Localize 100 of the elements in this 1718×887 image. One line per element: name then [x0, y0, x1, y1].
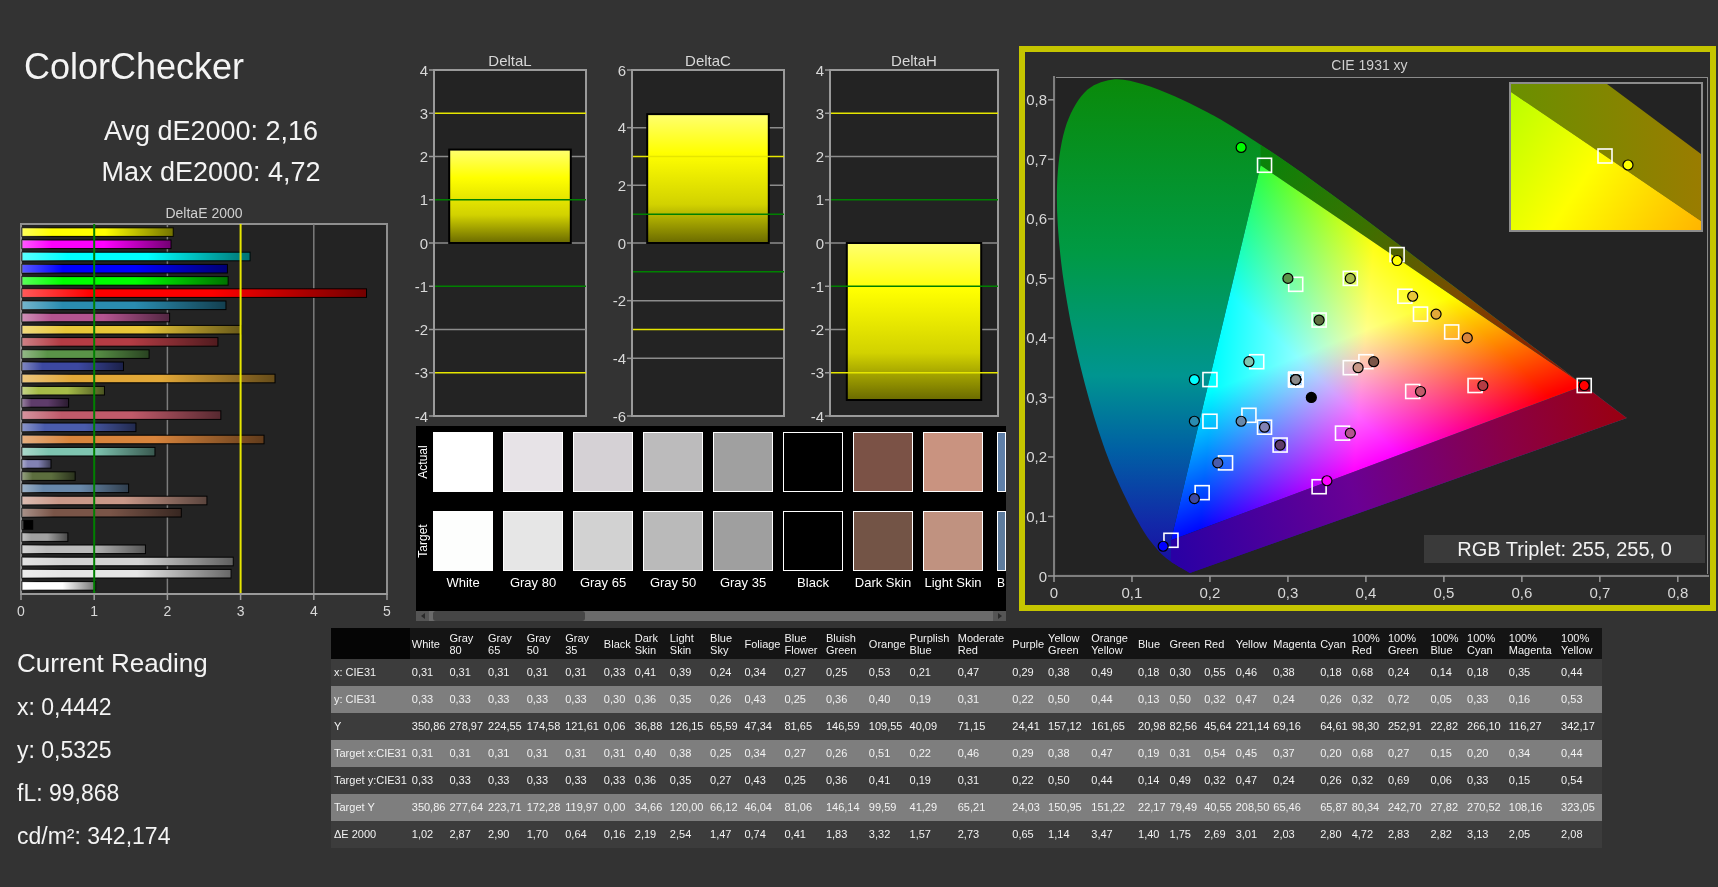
column-header: Dark Skin — [632, 628, 668, 659]
column-header: Blue Sky — [708, 628, 743, 659]
table-cell: 0,47 — [1233, 767, 1272, 794]
table-cell: 0,44 — [1559, 659, 1602, 686]
table-cell: 0,50 — [1046, 767, 1090, 794]
table-cell: 46,04 — [742, 794, 783, 821]
table-cell: 150,95 — [1046, 794, 1090, 821]
column-header: 100% Red — [1349, 628, 1386, 659]
axis-tick-label: 0,3 — [1026, 388, 1047, 406]
table-cell: 0,32 — [1349, 686, 1386, 713]
row-header: Target x:CIE31 — [331, 740, 410, 767]
axis-tick-label: 2 — [419, 148, 428, 165]
table-cell: 0,27 — [1385, 740, 1429, 767]
table-cell: 126,15 — [667, 713, 709, 740]
column-header: Cyan — [1318, 628, 1350, 659]
column-header: 100% Cyan — [1465, 628, 1507, 659]
page-title: ColorChecker — [24, 47, 245, 87]
table-cell: 0,41 — [782, 821, 824, 848]
column-header: Yellow Green — [1046, 628, 1090, 659]
swatch-label: Black — [797, 575, 829, 591]
column-header: Light Skin — [667, 628, 709, 659]
table-cell: 0,37 — [1271, 740, 1319, 767]
table-cell: 0,20 — [1465, 740, 1507, 767]
chart-title: DeltaE 2000 — [165, 205, 243, 221]
table-cell: 0,49 — [1167, 767, 1203, 794]
table-cell: 0,33 — [409, 767, 448, 794]
table-cell: 0,33 — [601, 767, 633, 794]
column-header: Gray 65 — [486, 628, 525, 659]
table-cell: 0,32 — [1202, 686, 1234, 713]
rgb-triplet-label: RGB Triplet: 255, 255, 0 — [1424, 535, 1705, 563]
section-title: Current Reading — [17, 647, 208, 679]
table-cell: 0,31 — [409, 659, 448, 686]
table-cell: 0,45 — [1233, 740, 1272, 767]
table-cell: 0,25 — [708, 740, 743, 767]
table-cell: 3,13 — [1465, 821, 1507, 848]
table-cell: 0,26 — [1318, 686, 1350, 713]
table-cell: 0,21 — [907, 659, 956, 686]
table-cell: 0,40 — [866, 686, 908, 713]
table-cell: 1,40 — [1136, 821, 1168, 848]
table-cell: 277,64 — [447, 794, 487, 821]
axis-tick-label: -6 — [612, 407, 626, 425]
table-cell: 0,74 — [742, 821, 783, 848]
table-cell: 0,35 — [667, 686, 709, 713]
table-cell: 0,24 — [1385, 659, 1429, 686]
table-cell: 0,31 — [447, 740, 487, 767]
table-cell: 0,33 — [601, 659, 633, 686]
table-cell: 0,26 — [1318, 767, 1350, 794]
table-cell: 172,28 — [524, 794, 564, 821]
table-cell: 119,97 — [563, 794, 602, 821]
table-cell: 0,31 — [955, 686, 1011, 713]
table-cell: 0,44 — [1559, 740, 1602, 767]
row-label: Actual — [416, 445, 430, 479]
axis-tick-label: 1 — [90, 603, 99, 619]
table-cell: 0,47 — [1089, 740, 1136, 767]
table-cell: 0,69 — [1385, 767, 1429, 794]
table-cell: 0,38 — [1046, 740, 1090, 767]
table-cell: 0,24 — [708, 659, 743, 686]
column-header: Red — [1202, 628, 1234, 659]
table-cell: 0,33 — [563, 767, 602, 794]
column-header: Black — [601, 628, 633, 659]
table-cell: 24,03 — [1010, 794, 1047, 821]
axis-tick-label: -1 — [414, 277, 428, 295]
table-cell: 1,14 — [1046, 821, 1090, 848]
table-cell: 350,86 — [409, 794, 448, 821]
axis-tick-label: 1 — [815, 191, 824, 209]
table-cell: 0,47 — [1233, 686, 1272, 713]
table-cell: 2,03 — [1271, 821, 1319, 848]
table-cell: 0,31 — [563, 740, 602, 767]
axis-tick-label: 4 — [309, 603, 318, 619]
table-cell: 0,36 — [632, 686, 668, 713]
table-cell: 1,75 — [1167, 821, 1203, 848]
table-cell: 0,27 — [782, 740, 824, 767]
table-cell: 0,46 — [955, 740, 1011, 767]
table-cell: 0,38 — [1046, 659, 1090, 686]
table-cell: 65,46 — [1271, 794, 1319, 821]
column-header: Gray 50 — [524, 628, 564, 659]
table-cell: 0,33 — [524, 686, 564, 713]
table-cell: 71,15 — [955, 713, 1011, 740]
table-cell: 65,21 — [955, 794, 1011, 821]
axis-tick-label: 0,8 — [1026, 91, 1047, 109]
axis-tick-label: 0 — [617, 234, 626, 252]
table-cell: 0,36 — [823, 686, 867, 713]
row-header: y: CIE31 — [331, 686, 410, 713]
row-label: Target — [416, 524, 430, 558]
chart-title: DeltaL — [488, 51, 532, 69]
table-cell: 0,13 — [1136, 686, 1168, 713]
table-cell: 0,55 — [1202, 659, 1234, 686]
axis-tick-label: 0,3 — [1277, 583, 1299, 601]
table-cell: 0,33 — [524, 767, 564, 794]
table-cell: 0,31 — [563, 659, 602, 686]
axis-tick-label: 0,6 — [1026, 210, 1047, 228]
table-cell: 224,55 — [486, 713, 525, 740]
column-header: Moderate Red — [955, 628, 1011, 659]
table-cell: 0,34 — [1506, 740, 1560, 767]
axis-tick-label: 0,2 — [1026, 448, 1047, 466]
table-cell: 0,31 — [447, 659, 487, 686]
column-header: Yellow — [1233, 628, 1272, 659]
chart-title: DeltaC — [685, 51, 731, 69]
column-header: Purplish Blue — [907, 628, 956, 659]
table-cell: 0,33 — [447, 686, 487, 713]
